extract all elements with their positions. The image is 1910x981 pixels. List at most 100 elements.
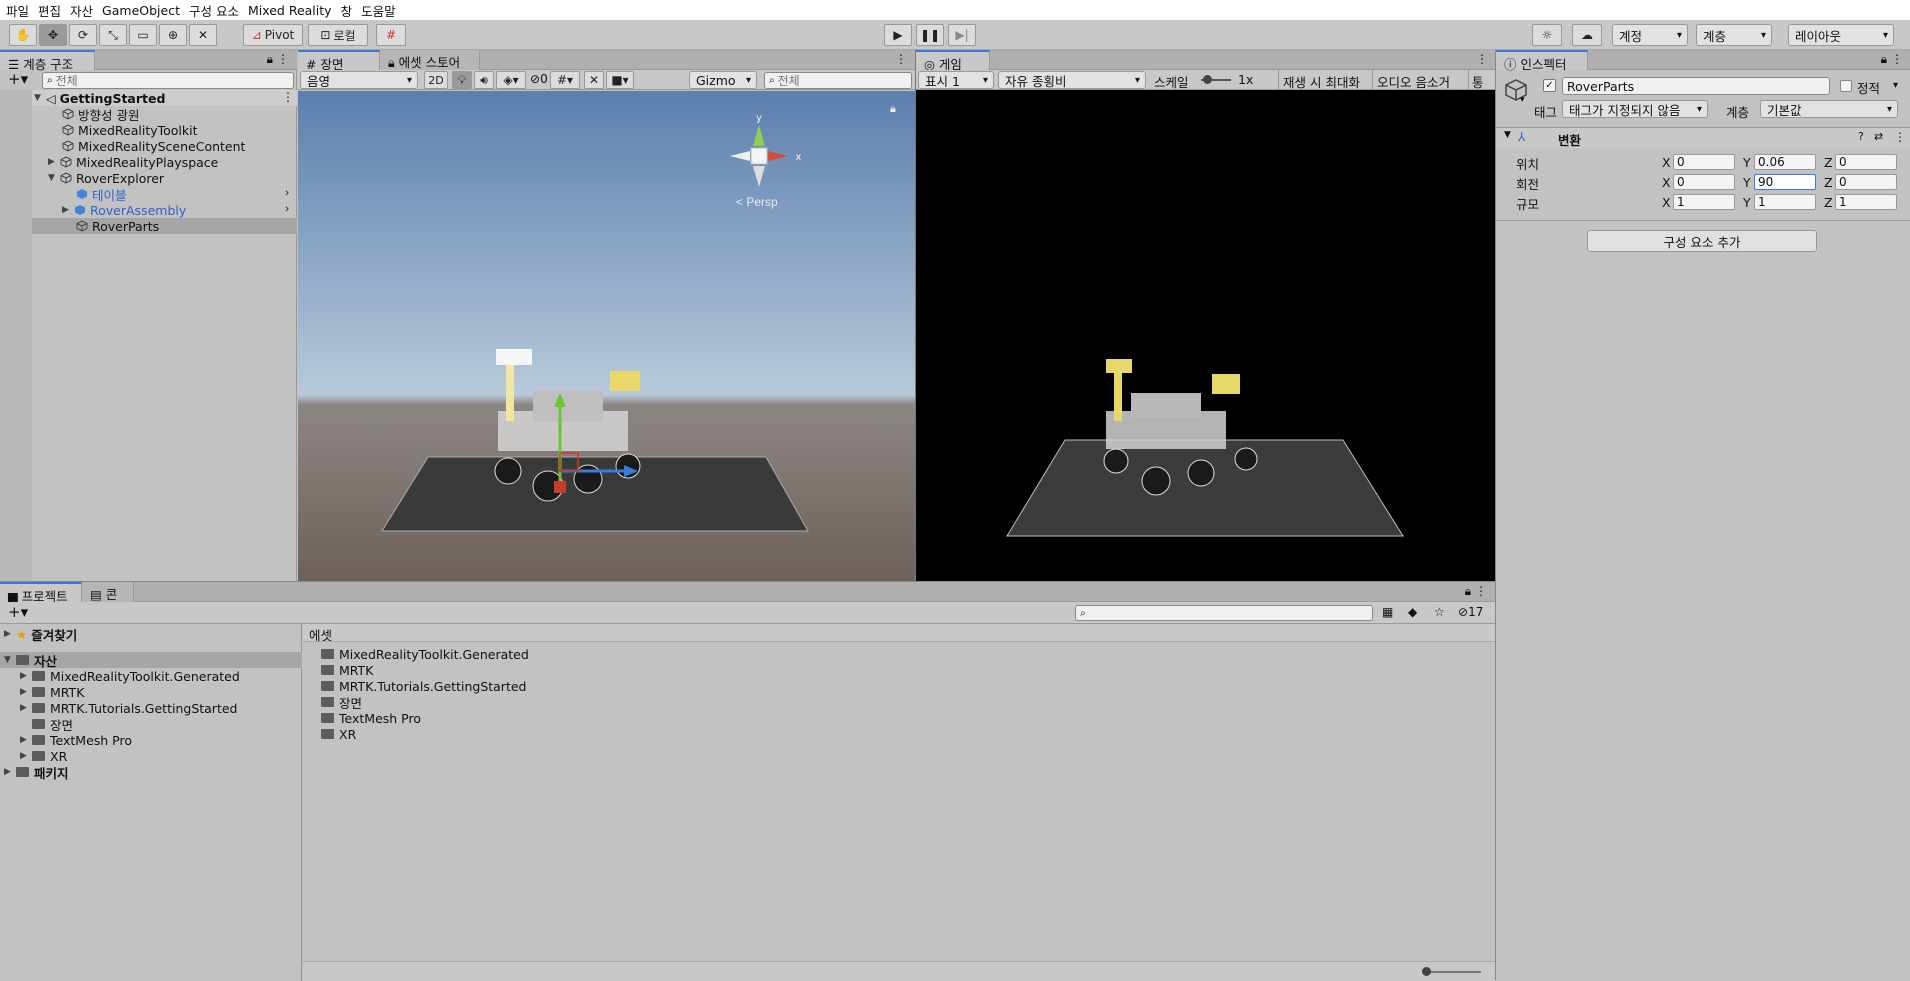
effects-dropdown[interactable]: ◈▾: [496, 71, 526, 89]
cloud-button[interactable]: ☁: [1572, 24, 1602, 46]
more-icon[interactable]: ⋮: [1476, 52, 1488, 66]
menu-gameobject[interactable]: GameObject: [102, 3, 180, 18]
packages-row[interactable]: ▶ 패키지: [4, 764, 69, 781]
2d-toggle[interactable]: 2D: [424, 71, 448, 89]
tab-hierarchy[interactable]: ☰ 계층 구조: [0, 50, 95, 72]
expand-arrow-icon[interactable]: ▼: [48, 173, 60, 183]
menu-help[interactable]: 도움말: [361, 1, 396, 20]
layout-dropdown[interactable]: 레이아웃: [1788, 24, 1894, 46]
gizmo-lock-icon[interactable]: 🔒︎: [890, 102, 896, 116]
scene-more-icon[interactable]: ⋮: [282, 90, 294, 104]
collapsed-arrow-icon[interactable]: ▶: [20, 735, 32, 745]
scale-z-field[interactable]: 1: [1835, 194, 1897, 210]
maximize-on-play-toggle[interactable]: 재생 시 최대화: [1278, 70, 1370, 90]
gizmo-dropdown[interactable]: Gizmo: [689, 71, 757, 89]
scale-x-field[interactable]: 1: [1673, 194, 1735, 210]
custom-tool-button[interactable]: ✕: [189, 24, 217, 46]
scene-viewport[interactable]: y x < Persp: [298, 91, 915, 581]
lock-icon[interactable]: 🔒︎: [267, 52, 273, 67]
collab-button[interactable]: ☼: [1532, 24, 1562, 46]
scale-slider-handle[interactable]: [1203, 75, 1212, 84]
transform-header[interactable]: ▼ ⅄ 변환 ? ⇄ ⋮: [1496, 128, 1910, 148]
menu-mixed-reality[interactable]: Mixed Reality: [248, 3, 332, 18]
tree-folder-row[interactable]: ▶ MRTK: [20, 684, 84, 700]
asset-folder[interactable]: MixedRealityToolkit.Generated: [321, 646, 529, 662]
grid-dropdown[interactable]: #▾: [550, 71, 580, 89]
shading-dropdown[interactable]: 음영: [300, 71, 418, 89]
menu-window[interactable]: 창: [341, 1, 353, 20]
menu-edit[interactable]: 편집: [38, 1, 61, 20]
tree-folder-row[interactable]: 장면: [32, 716, 73, 733]
lock-icon[interactable]: 🔒︎: [1881, 52, 1887, 67]
account-dropdown[interactable]: 계정: [1612, 24, 1688, 46]
collapsed-arrow-icon[interactable]: ▶: [20, 751, 32, 761]
step-button[interactable]: ▶|: [948, 24, 976, 46]
hierarchy-item[interactable]: ▶ MixedRealityPlayspace: [48, 154, 218, 170]
grid-snap-button[interactable]: #: [376, 24, 406, 46]
rotate-tool-button[interactable]: ⟳: [69, 24, 97, 46]
position-z-field[interactable]: 0: [1835, 154, 1897, 170]
chevron-right-icon[interactable]: ›: [285, 186, 289, 199]
object-name-field[interactable]: RoverParts: [1562, 77, 1830, 95]
favorites-row[interactable]: ▶ ★ 즐겨찾기: [4, 626, 77, 643]
collapsed-arrow-icon[interactable]: ▶: [20, 687, 32, 697]
hierarchy-item[interactable]: MixedRealityToolkit: [62, 122, 198, 138]
add-icon[interactable]: +▾: [8, 603, 28, 621]
tag-dropdown[interactable]: 태그가 지정되지 않음: [1562, 100, 1708, 118]
asset-folder[interactable]: XR: [321, 726, 356, 742]
help-icon[interactable]: ?: [1858, 130, 1864, 143]
lighting-toggle[interactable]: 💡︎: [452, 71, 472, 89]
aspect-dropdown[interactable]: 자유 종횡비: [998, 71, 1146, 89]
add-icon[interactable]: +▾: [8, 70, 28, 88]
hierarchy-search-input[interactable]: ⌕ 전체: [42, 72, 294, 89]
tab-game[interactable]: ◎ 게임: [916, 50, 990, 72]
more-icon[interactable]: ⋮: [1475, 584, 1487, 598]
tab-project[interactable]: ▆ 프로젝트: [0, 582, 82, 604]
pivot-toggle[interactable]: ⊿ Pivot: [243, 24, 303, 46]
asset-folder[interactable]: 장면: [321, 694, 362, 711]
hidden-packages-toggle[interactable]: ⊘17: [1458, 605, 1483, 619]
hierarchy-item-selected[interactable]: RoverParts: [76, 218, 159, 234]
assets-row[interactable]: ▼ 자산: [4, 652, 57, 669]
scale-y-field[interactable]: 1: [1754, 194, 1816, 210]
more-icon[interactable]: ⋮: [1891, 52, 1903, 66]
play-button[interactable]: ▶: [884, 24, 912, 46]
project-search-input[interactable]: ⌕: [1075, 605, 1373, 621]
zoom-slider-handle[interactable]: [1422, 967, 1431, 976]
filter-type-icon[interactable]: ▦: [1382, 605, 1393, 619]
active-checkbox[interactable]: ✓: [1543, 79, 1556, 92]
collapsed-arrow-icon[interactable]: ▶: [20, 671, 32, 681]
asset-folder[interactable]: TextMesh Pro: [321, 710, 421, 726]
menu-component[interactable]: 구성 요소: [189, 1, 239, 20]
hierarchy-item[interactable]: 테이블: [76, 186, 127, 203]
transform-tool-button[interactable]: ⊕: [159, 24, 187, 46]
favorite-star-icon[interactable]: ☆: [1434, 605, 1445, 619]
rotation-x-field[interactable]: 0: [1673, 174, 1735, 190]
collapsed-arrow-icon[interactable]: ▶: [20, 703, 32, 713]
zoom-slider-track[interactable]: [1425, 971, 1481, 973]
hidden-objects-toggle[interactable]: ⊘0: [530, 72, 548, 86]
tab-inspector[interactable]: ⓘ 인스펙터: [1496, 50, 1588, 72]
move-tool-button[interactable]: ✥: [39, 24, 67, 46]
tree-folder-row[interactable]: ▶ TextMesh Pro: [20, 732, 132, 748]
hierarchy-item[interactable]: ▶ RoverAssembly: [62, 202, 186, 218]
add-component-button[interactable]: 구성 요소 추가: [1587, 230, 1817, 252]
tools-toggle[interactable]: ✕: [584, 71, 604, 89]
presets-icon[interactable]: ⇄: [1874, 130, 1883, 143]
tab-console[interactable]: ▤ 콘솔: [82, 582, 134, 621]
menu-assets[interactable]: 자산: [70, 1, 93, 20]
rect-tool-button[interactable]: ▭: [129, 24, 157, 46]
hierarchy-item[interactable]: MixedRealitySceneContent: [62, 138, 245, 154]
breadcrumb-assets[interactable]: 에셋: [309, 625, 332, 644]
icon-dropdown-arrow[interactable]: ▾: [1520, 95, 1525, 105]
static-checkbox[interactable]: [1840, 80, 1852, 92]
menu-file[interactable]: 파일: [6, 1, 29, 20]
chevron-right-icon[interactable]: ›: [285, 202, 289, 215]
tab-scene[interactable]: # 장면: [298, 50, 380, 72]
static-dropdown-arrow[interactable]: ▾: [1893, 80, 1898, 91]
collapsed-arrow-icon[interactable]: ▶: [4, 629, 16, 639]
layers-dropdown[interactable]: 계층: [1696, 24, 1772, 46]
camera-dropdown[interactable]: ■▾: [606, 71, 634, 89]
position-y-field[interactable]: 0.06: [1754, 154, 1816, 170]
audio-toggle[interactable]: 🔊︎: [474, 71, 494, 89]
